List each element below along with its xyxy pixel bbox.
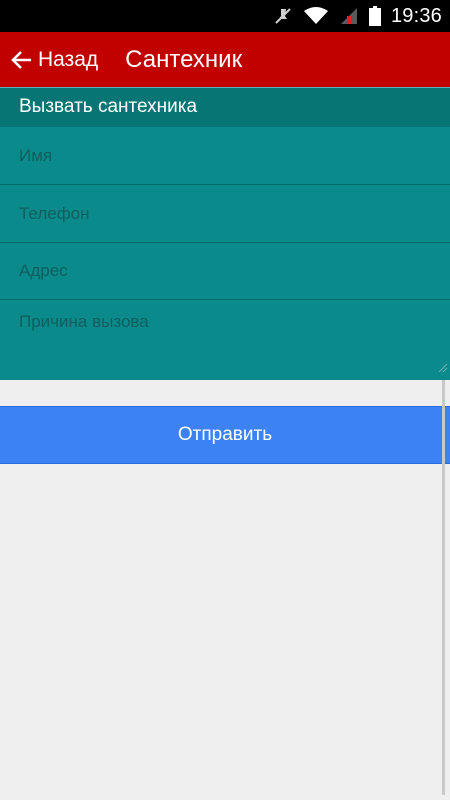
status-icons: 19:36 [273, 0, 442, 32]
status-bar: 19:36 [0, 0, 450, 32]
resize-grip-icon[interactable] [438, 360, 448, 378]
address-input[interactable] [0, 243, 450, 299]
form-header: Вызвать сантехника [0, 87, 450, 127]
screen: 19:36 Назад Сантехник Вызвать сантехника [0, 0, 450, 800]
screen-title: Сантехник [125, 45, 243, 73]
signal-icon [339, 6, 359, 26]
mute-icon [273, 6, 293, 26]
phone-input[interactable] [0, 185, 450, 242]
address-field-row [0, 243, 450, 300]
back-button[interactable]: Назад [0, 32, 98, 87]
battery-icon [368, 6, 381, 26]
app-bar: Назад Сантехник [0, 32, 450, 87]
name-input[interactable] [0, 127, 450, 184]
call-plumber-form: Вызвать сантехника [0, 87, 450, 380]
reason-field-row [0, 300, 450, 380]
reason-textarea[interactable] [0, 300, 450, 380]
back-label: Назад [38, 47, 99, 71]
wifi-icon [303, 6, 329, 26]
phone-field-row [0, 185, 450, 243]
submit-button[interactable]: Отправить [0, 406, 450, 464]
form-title: Вызвать сантехника [19, 96, 198, 117]
arrow-left-icon [10, 50, 32, 70]
status-time: 19:36 [390, 4, 442, 27]
name-field-row [0, 127, 450, 185]
scrollbar[interactable] [442, 380, 445, 795]
